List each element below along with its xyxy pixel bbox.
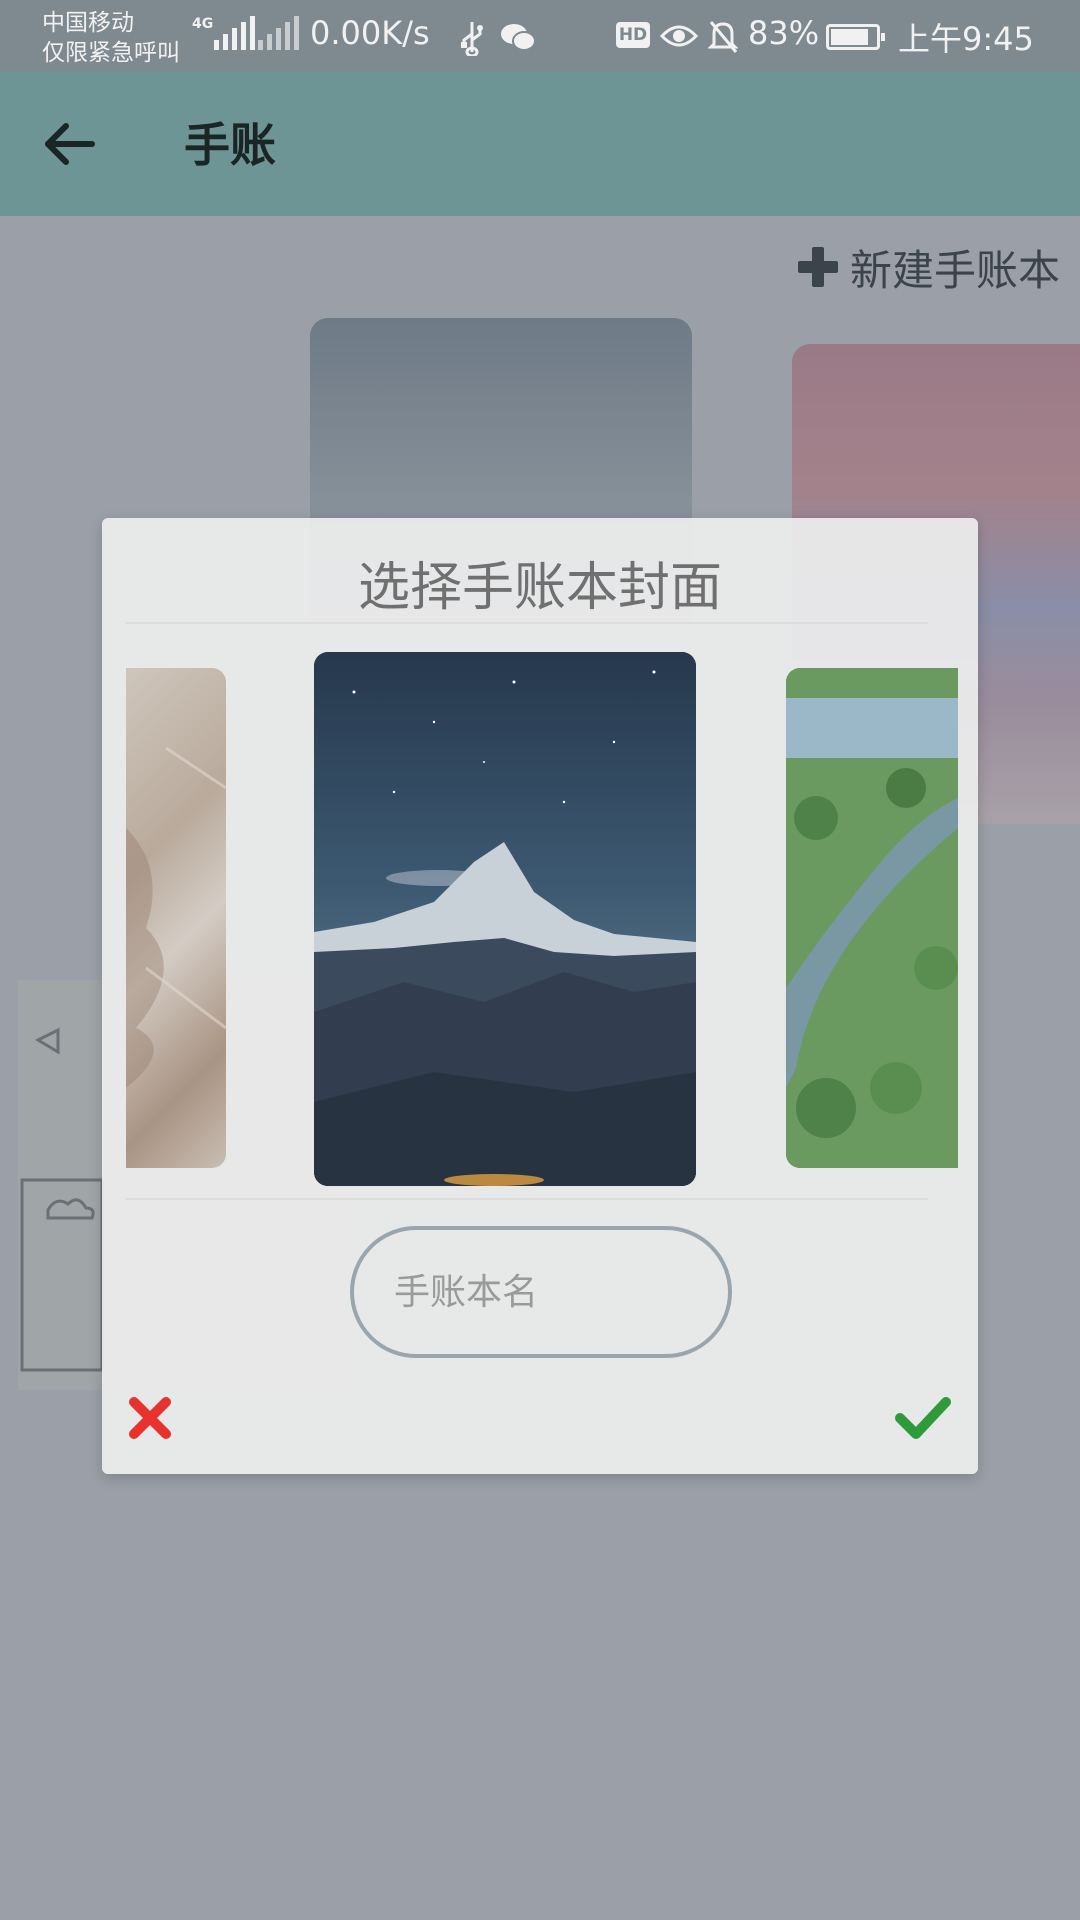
battery-icon — [826, 24, 885, 50]
confirm-button[interactable] — [894, 1394, 952, 1442]
clock: 上午9:45 — [898, 20, 1034, 58]
back-button[interactable] — [40, 116, 100, 172]
new-journal-button[interactable]: 新建手账本 — [797, 232, 1060, 302]
cancel-button[interactable] — [126, 1394, 174, 1442]
carrier-name: 中国移动 — [42, 10, 134, 36]
battery-percent: 83% — [748, 14, 820, 52]
network-type-label: 4G — [192, 16, 214, 32]
status-bar: 中国移动 仅限紧急呼叫 4G 0.00K/s HD 83% 上午9:45 — [0, 0, 1080, 72]
signal-icon — [214, 16, 255, 50]
network-speed: 0.00K/s — [310, 14, 430, 52]
close-icon — [129, 1397, 171, 1439]
emergency-only-label: 仅限紧急呼叫 — [42, 40, 180, 66]
cover-option-mountain[interactable] — [314, 652, 696, 1186]
eye-icon — [660, 25, 698, 47]
plus-icon — [797, 247, 838, 287]
cover-option-paper[interactable] — [126, 668, 226, 1168]
dialog-title: 选择手账本封面 — [357, 558, 722, 618]
usb-icon — [461, 22, 483, 56]
check-icon — [895, 1397, 951, 1439]
cover-picker-dialog: 选择手账本封面 — [102, 518, 978, 1474]
journal-name-input[interactable] — [350, 1226, 732, 1358]
wechat-icon — [501, 24, 536, 51]
mute-bell-icon — [708, 21, 738, 53]
app-bar: 手账 — [0, 72, 1080, 216]
divider — [126, 622, 928, 624]
divider — [126, 1198, 928, 1200]
cover-option-river[interactable] — [786, 668, 958, 1168]
page-title: 手账 — [184, 118, 276, 172]
carrier-info: 中国移动 仅限紧急呼叫 — [42, 8, 180, 68]
hd-badge: HD — [616, 22, 650, 48]
no-signal-icon — [258, 16, 299, 50]
arrow-left-icon — [45, 123, 95, 165]
new-journal-label: 新建手账本 — [849, 245, 1060, 295]
